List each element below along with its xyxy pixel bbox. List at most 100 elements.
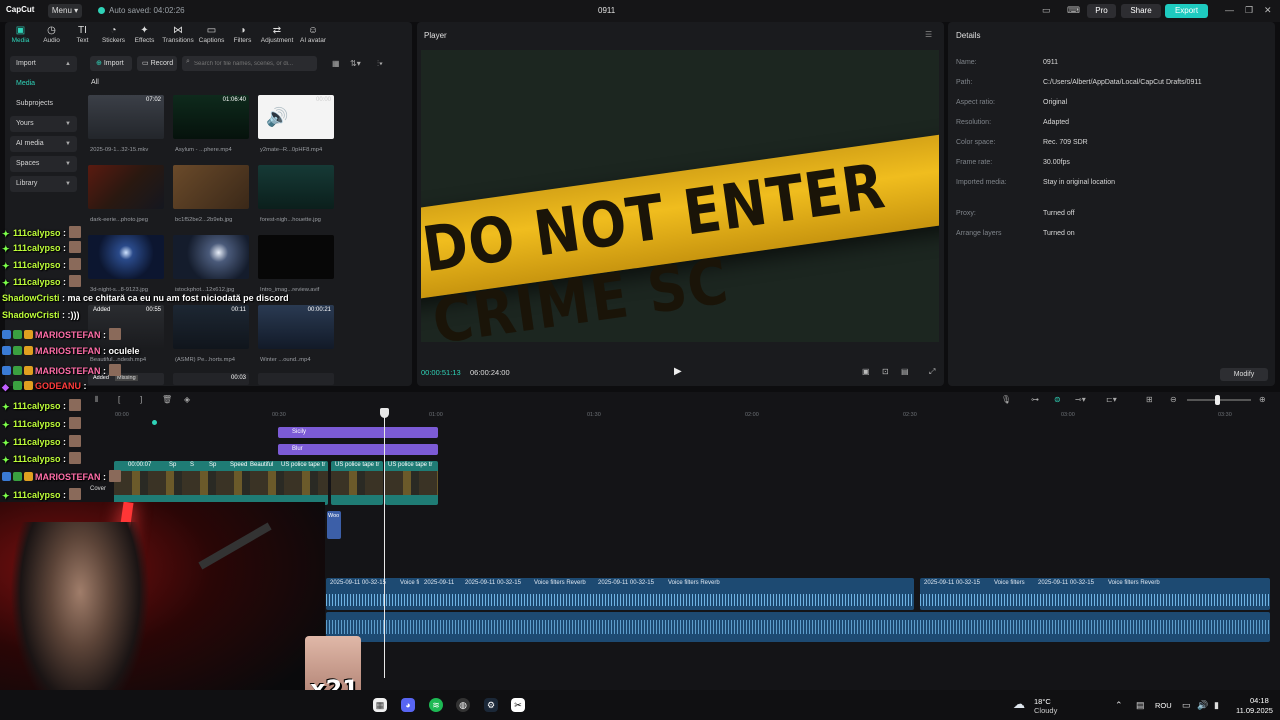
media-thumb[interactable]: 00:03 xyxy=(173,373,249,385)
clock-date[interactable]: 11.09.2025 xyxy=(1236,706,1273,715)
media-thumb[interactable] xyxy=(258,165,334,209)
main-track-icon[interactable]: ⊜ xyxy=(1054,395,1061,404)
menu-button[interactable]: Menu ▾ xyxy=(48,4,82,18)
minimize-icon[interactable]: — xyxy=(1225,5,1234,15)
sidebar-item-spaces[interactable]: Spaces ▼ xyxy=(10,156,77,172)
ratio-icon[interactable]: ▤ xyxy=(901,367,909,376)
media-thumb[interactable]: Added 00:55 xyxy=(88,305,164,349)
player-menu-icon[interactable]: ☰ xyxy=(925,30,932,39)
delete-icon[interactable]: 🗑 xyxy=(162,395,172,404)
sidebar-item-ai-media[interactable]: AI media ▼ xyxy=(10,136,77,152)
tab-adjustment[interactable]: ⇄ Adjustment xyxy=(258,24,296,48)
modify-button[interactable]: Modify xyxy=(1220,368,1268,381)
tab-media[interactable]: ▣ Media xyxy=(5,24,36,48)
sort-icon[interactable]: ⇅▾ xyxy=(350,59,361,68)
sidebar-item-subprojects[interactable]: Subprojects xyxy=(10,96,77,112)
audio-clip[interactable]: 2025-09-11 00-32-15 Voice filters 2025-0… xyxy=(920,578,1270,610)
media-thumb[interactable]: 07:02 xyxy=(88,95,164,139)
fit-icon[interactable]: ⊞ xyxy=(1146,395,1153,404)
text-clip[interactable]: Woo xyxy=(327,511,341,539)
layout-icon[interactable]: ▭ xyxy=(1042,5,1051,16)
tab-filters[interactable]: ◑ Filters xyxy=(227,24,258,48)
tab-transitions[interactable]: ⋈ Transitions xyxy=(160,24,196,48)
sidebar-item-media[interactable]: Media xyxy=(10,76,77,92)
split-left-icon[interactable]: [ xyxy=(118,395,120,404)
chat-text: :))) xyxy=(67,310,80,320)
zoom-in-icon[interactable]: ⊕ xyxy=(1259,395,1266,404)
filter-icon[interactable]: ⫶▾ xyxy=(377,59,383,69)
media-thumb[interactable]: 00:00 🔊 xyxy=(258,95,334,139)
marker-icon[interactable]: ◈ xyxy=(184,395,190,404)
zoom-slider-handle[interactable] xyxy=(1215,395,1220,405)
share-button[interactable]: Share xyxy=(1121,4,1161,18)
media-thumb[interactable] xyxy=(173,235,249,279)
video-preview[interactable]: DO NOT ENTER CRIME SC xyxy=(421,50,939,342)
media-thumb[interactable] xyxy=(258,235,334,279)
video-clip-group[interactable]: 00:00:07 Sp S Sp Speed Beautiful US poli… xyxy=(114,461,328,505)
media-thumb[interactable] xyxy=(258,373,334,385)
steam-icon[interactable]: ⚙ xyxy=(484,698,498,712)
tab-text[interactable]: TI Text xyxy=(67,24,98,48)
tab-effects[interactable]: ✦ Effects xyxy=(129,24,160,48)
zoom-out-icon[interactable]: ⊖ xyxy=(1170,395,1177,404)
volume-icon[interactable]: 🔊 xyxy=(1197,700,1208,711)
media-thumb[interactable]: 00:11 xyxy=(173,305,249,349)
effect-clip-sicily[interactable]: Sicily xyxy=(278,427,438,438)
close-icon[interactable]: ✕ xyxy=(1264,5,1272,16)
import-button[interactable]: ⊕ Import xyxy=(90,56,132,71)
snap-icon[interactable]: ⊸▾ xyxy=(1075,395,1086,404)
weather-temp[interactable]: 18°C xyxy=(1034,697,1051,706)
video-clip[interactable]: US police tape tr xyxy=(385,461,438,505)
record-button[interactable]: ▭ Record xyxy=(137,56,177,71)
obs-icon[interactable]: ◍ xyxy=(456,698,470,712)
tab-stickers[interactable]: ◔ Stickers xyxy=(98,24,129,48)
effect-clip-blur[interactable]: Blur xyxy=(278,444,438,455)
media-thumb[interactable] xyxy=(173,165,249,209)
tab-ai-avatar[interactable]: ☺ AI avatar xyxy=(296,24,330,48)
split-icon[interactable]: ⫴ xyxy=(95,395,98,405)
play-button[interactable]: ▶ xyxy=(674,366,682,377)
split-right-icon[interactable]: ] xyxy=(140,395,142,404)
thumb-caption: dark-eerie...photo.jpeg xyxy=(90,217,149,223)
link-icon[interactable]: ⊶ xyxy=(1031,395,1039,404)
playhead-handle[interactable] xyxy=(380,408,389,418)
language-indicator[interactable]: ROU xyxy=(1155,701,1172,710)
preview-axis-icon[interactable]: ⊏▾ xyxy=(1106,395,1117,404)
tab-audio[interactable]: ◷ Audio xyxy=(36,24,67,48)
search-input[interactable] xyxy=(182,56,317,71)
file-explorer-icon[interactable]: ▦ xyxy=(373,698,387,712)
capcut-icon[interactable]: ✂ xyxy=(511,698,525,712)
media-thumb[interactable]: 00:00:21 xyxy=(258,305,334,349)
chevron-up-icon[interactable]: ⌃ xyxy=(1115,700,1123,711)
maximize-icon[interactable]: ❐ xyxy=(1245,5,1253,16)
tray-app-icon[interactable]: ▤ xyxy=(1136,700,1145,711)
grid-view-icon[interactable]: ▦ xyxy=(332,59,340,68)
clock-time[interactable]: 04:18 xyxy=(1250,696,1269,705)
video-clip[interactable]: US police tape tr xyxy=(331,461,383,505)
playhead-line[interactable] xyxy=(384,410,385,678)
marker-dot[interactable] xyxy=(152,420,157,425)
weather-desc[interactable]: Cloudy xyxy=(1034,706,1057,715)
zoom-fit-icon[interactable]: ⊡ xyxy=(882,367,889,376)
media-thumb[interactable]: 01:06:40 xyxy=(173,95,249,139)
sidebar-item-yours[interactable]: Yours ▼ xyxy=(10,116,77,132)
network-icon[interactable]: ▭ xyxy=(1182,700,1191,711)
filter-all[interactable]: All xyxy=(91,79,99,86)
tab-captions[interactable]: ▭ Captions xyxy=(196,24,227,48)
battery-icon[interactable]: ▮ xyxy=(1214,700,1219,711)
export-button[interactable]: Export xyxy=(1165,4,1208,18)
shortcuts-icon[interactable]: ⌨ xyxy=(1067,5,1080,16)
fullscreen-icon[interactable]: ⤢ xyxy=(929,367,935,377)
cover-label[interactable]: Cover xyxy=(90,486,106,492)
sidebar-item-import[interactable]: Import ▲ xyxy=(10,56,77,72)
audio-track-lower[interactable] xyxy=(326,612,1270,642)
media-thumb[interactable] xyxy=(88,235,164,279)
spotify-icon[interactable]: ≋ xyxy=(429,698,443,712)
discord-icon[interactable]: ◕ xyxy=(401,698,415,712)
media-thumb[interactable] xyxy=(88,165,164,209)
microphone-icon[interactable]: 🎙 xyxy=(1001,395,1011,404)
safe-area-icon[interactable]: ▣ xyxy=(862,367,870,376)
audio-clip[interactable]: 2025-09-11 00-32-15 Voice fi 2025-09-11 … xyxy=(326,578,914,610)
pro-button[interactable]: Pro xyxy=(1087,4,1116,18)
sidebar-item-library[interactable]: Library ▼ xyxy=(10,176,77,192)
